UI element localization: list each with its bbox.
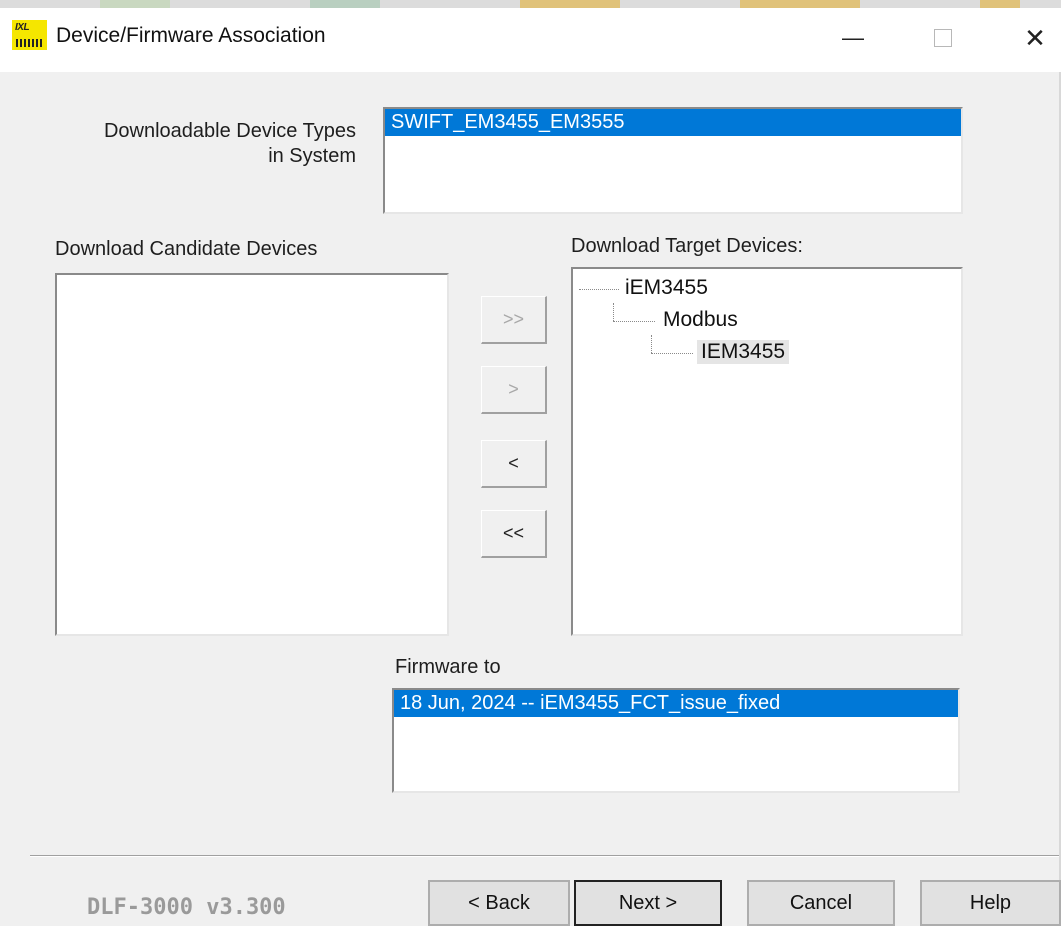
tree-connector: [651, 353, 693, 354]
device-types-label-line2: in System: [268, 145, 356, 167]
minimize-button[interactable]: —: [830, 16, 876, 60]
maximize-button[interactable]: [920, 16, 966, 60]
close-button[interactable]: ✕: [1012, 16, 1058, 60]
add-all-button[interactable]: >>: [481, 296, 547, 344]
device-type-item[interactable]: SWIFT_EM3455_EM3555: [385, 109, 961, 136]
add-button[interactable]: >: [481, 366, 547, 414]
target-devices-label: Download Target Devices:: [571, 235, 803, 257]
device-types-label-line1: Downloadable Device Types: [103, 120, 356, 142]
back-button[interactable]: < Back: [428, 880, 570, 926]
candidate-devices-list[interactable]: [55, 273, 449, 636]
next-button[interactable]: Next >: [574, 880, 722, 926]
firmware-label: Firmware to: [395, 656, 501, 678]
maximize-icon: [934, 29, 952, 47]
remove-button[interactable]: <: [481, 440, 547, 488]
help-button[interactable]: Help: [920, 880, 1061, 926]
tree-node-device[interactable]: IEM3455: [697, 340, 790, 364]
footer-separator: [30, 855, 1059, 857]
remove-all-button[interactable]: <<: [481, 510, 547, 558]
device-types-list[interactable]: SWIFT_EM3455_EM3555: [383, 107, 963, 214]
tree-connector: [613, 303, 614, 321]
candidate-devices-label: Download Candidate Devices: [55, 238, 318, 260]
tree-connector: [579, 289, 619, 290]
tree-connector: [613, 321, 655, 322]
background-app-strip: [0, 0, 1061, 8]
version-label: DLF-3000 v3.300: [87, 895, 286, 920]
cancel-button[interactable]: Cancel: [747, 880, 895, 926]
window-title: Device/Firmware Association: [56, 24, 326, 47]
tree-node-root[interactable]: iEM3455: [625, 276, 708, 300]
minimize-icon: —: [842, 25, 864, 50]
firmware-list[interactable]: 18 Jun, 2024 -- iEM3455_FCT_issue_fixed: [392, 688, 960, 793]
app-logo-icon: IXL: [12, 20, 47, 50]
tree-node-modbus[interactable]: Modbus: [663, 308, 738, 332]
close-icon: ✕: [1024, 22, 1046, 53]
firmware-item[interactable]: 18 Jun, 2024 -- iEM3455_FCT_issue_fixed: [394, 690, 958, 717]
tree-connector: [651, 335, 652, 353]
target-devices-tree[interactable]: iEM3455 Modbus IEM3455: [571, 267, 963, 636]
